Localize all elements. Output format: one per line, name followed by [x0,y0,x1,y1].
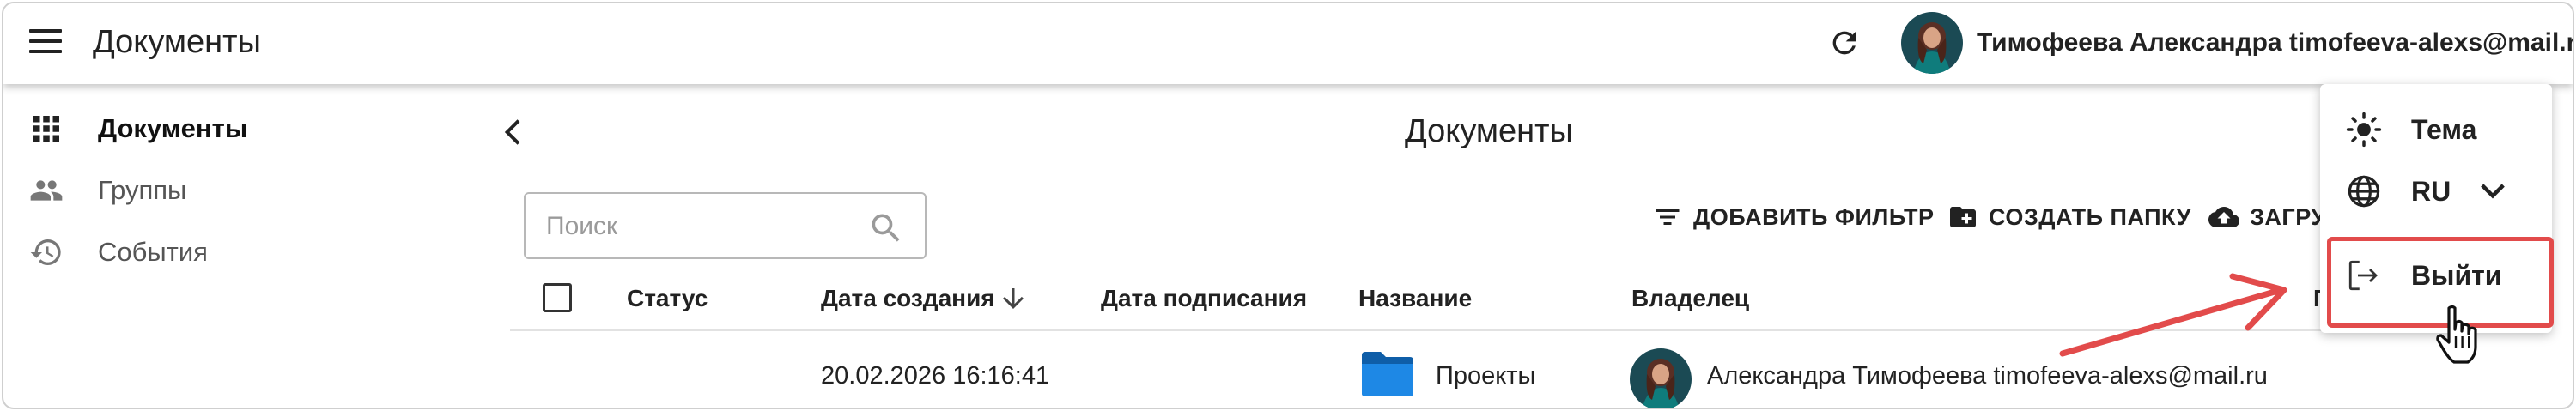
search-icon[interactable] [867,209,905,247]
page-title: Документы [1405,113,1573,149]
sidebar: Документы Группы События [3,84,484,408]
sidebar-item-label: Документы [98,113,248,143]
create-folder-button[interactable]: СОЗДАТЬ ПАПКУ [1947,197,2191,237]
app-window: Документы Тимофеева Александра timofeeva… [2,2,2574,409]
column-header-signed[interactable]: Дата подписания [1101,285,1307,312]
menu-item-label: Тема [2411,113,2477,145]
refresh-icon[interactable] [1827,26,1862,60]
upload-button[interactable]: ЗАГРУ [2208,197,2326,237]
select-all-checkbox[interactable] [543,283,572,312]
cell-created: 20.02.2026 16:16:41 [821,362,1050,390]
menu-item-theme[interactable]: Тема [2320,100,2552,160]
table-header: Статус Дата создания Дата подписания Наз… [510,266,2451,331]
filter-icon [1656,209,1680,225]
column-header-name[interactable]: Название [1358,285,1472,312]
globe-icon [2348,175,2380,208]
cell-name[interactable]: Проекты [1436,362,1535,390]
cloud-upload-icon [2208,207,2239,227]
create-folder-icon [1950,207,1976,227]
apps-grid-icon [33,116,59,142]
language-label: RU [2411,175,2451,207]
table-row[interactable]: 20.02.2026 16:16:41 Проекты Александра Т… [510,333,2451,408]
hamburger-menu-icon[interactable] [29,29,62,55]
sidebar-item-groups[interactable]: Группы [29,165,459,216]
app-title: Документы [93,24,261,60]
sort-arrow-down-icon[interactable] [998,281,1029,316]
sidebar-item-label: События [98,237,208,267]
language-select[interactable]: RU [2320,161,2552,221]
sun-icon [2346,112,2382,148]
sidebar-item-documents[interactable]: Документы [29,103,459,154]
documents-table: Статус Дата создания Дата подписания Наз… [510,266,2451,408]
user-avatar[interactable] [1901,12,1963,74]
column-header-owner[interactable]: Владелец [1631,285,1749,312]
search-input[interactable] [546,209,838,244]
chevron-down-icon[interactable] [2475,173,2511,209]
add-filter-button[interactable]: ДОБАВИТЬ ФИЛЬТР [1652,197,1935,237]
search-field[interactable] [524,192,927,259]
history-icon [30,239,61,265]
sidebar-item-events[interactable]: События [29,227,459,278]
user-name-email[interactable]: Тимофеева Александра timofeeva-alexs@mai… [1977,28,2573,57]
back-chevron-icon[interactable] [497,115,532,149]
column-header-created[interactable]: Дата создания [821,285,995,312]
column-header-status[interactable]: Статус [627,285,708,312]
owner-avatar [1630,348,1692,408]
cell-owner: Александра Тимофеева timofeeva-alexs@mai… [1707,362,2268,390]
sidebar-item-label: Группы [98,175,187,205]
hand-cursor-icon [2436,305,2477,364]
folder-icon [1362,352,1413,396]
top-app-bar: Документы Тимофеева Александра timofeeva… [3,3,2573,84]
people-icon [30,180,63,201]
